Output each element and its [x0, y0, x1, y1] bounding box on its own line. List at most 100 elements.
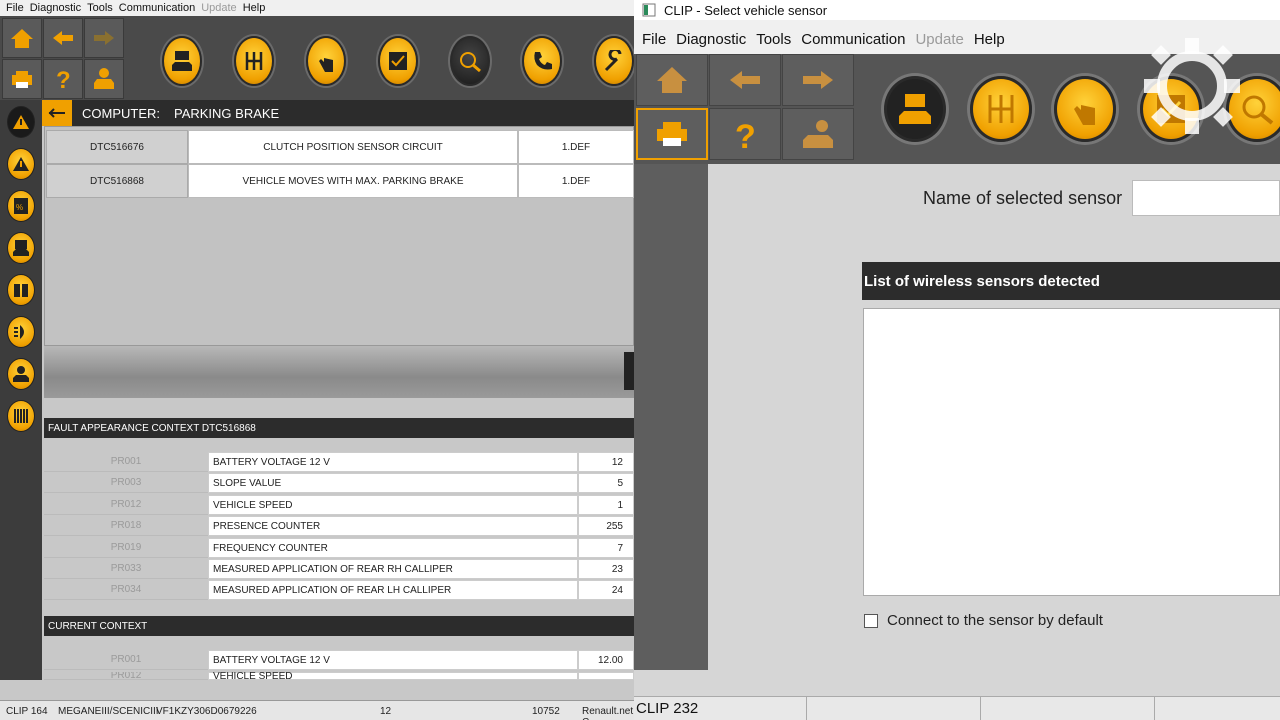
vehicle-info-button[interactable] — [782, 108, 854, 160]
collapse-button[interactable] — [42, 100, 72, 126]
window-title: CLIP - Select vehicle sensor — [664, 2, 828, 18]
param-code: PR019 — [44, 538, 208, 558]
menu-help[interactable]: Help — [243, 2, 266, 14]
menu-file[interactable]: File — [6, 2, 24, 14]
status-clip: CLIP 232 — [636, 700, 699, 717]
param-code: PR012 — [44, 495, 208, 515]
param-code: PR001 — [44, 452, 208, 472]
splitter-bar[interactable] — [44, 346, 634, 398]
menu-tools[interactable]: Tools — [756, 31, 791, 48]
dtc-row[interactable]: DTC516868 VEHICLE MOVES WITH MAX. PARKIN… — [46, 164, 634, 198]
vehicle-screen-icon — [172, 51, 192, 71]
sidebar-vehicle-data[interactable] — [7, 358, 35, 390]
book-icon — [14, 284, 28, 297]
table-row: PR012 VEHICLE SPEED — [44, 672, 634, 680]
sidebar-warning[interactable] — [7, 148, 35, 180]
menu-diagnostic[interactable]: Diagnostic — [676, 31, 746, 48]
window-title-bar: CLIP - Select vehicle sensor — [634, 0, 1280, 20]
scroll-handle[interactable] — [624, 352, 634, 390]
menu-communication[interactable]: Communication — [119, 2, 195, 14]
hand-pointer-icon — [1074, 93, 1095, 125]
menu-file[interactable]: File — [642, 31, 666, 48]
computer-header: COMPUTER: PARKING BRAKE — [42, 100, 634, 126]
status-network: Renault.net C — [582, 706, 634, 720]
checklist-icon — [389, 52, 407, 70]
touch-button[interactable] — [1054, 76, 1116, 142]
param-code: PR018 — [44, 516, 208, 536]
gear-icon — [1144, 38, 1240, 134]
gearbox-button[interactable] — [234, 36, 274, 86]
param-name: FREQUENCY COUNTER — [208, 538, 578, 558]
menu-diagnostic[interactable]: Diagnostic — [30, 2, 81, 14]
dtc-code: DTC516868 — [46, 164, 188, 198]
param-code: PR033 — [44, 559, 208, 579]
vehicle-data-icon — [13, 366, 29, 382]
param-code: PR034 — [44, 580, 208, 600]
back-button[interactable] — [709, 54, 781, 106]
param-value: 12 — [578, 452, 634, 472]
vehicle-diagnostic-button[interactable] — [884, 76, 946, 142]
print-button[interactable] — [2, 59, 42, 99]
help-button[interactable]: ? — [43, 59, 83, 99]
current-context-header: CURRENT CONTEXT — [44, 616, 634, 636]
back-button[interactable] — [43, 18, 83, 58]
default-connect-checkbox[interactable] — [864, 614, 878, 628]
home-button[interactable] — [2, 18, 42, 58]
help-button[interactable]: ? — [709, 108, 781, 160]
sensor-name-field[interactable] — [1132, 180, 1280, 216]
sidebar-percent[interactable]: % — [7, 190, 35, 222]
sidebar-barcode[interactable] — [7, 400, 35, 432]
computer-name: PARKING BRAKE — [174, 105, 280, 121]
report-button[interactable] — [378, 36, 418, 86]
dtc-status: 1.DEF — [518, 130, 634, 164]
vehicle-info-button[interactable] — [84, 59, 124, 99]
sensor-search-button[interactable] — [450, 36, 490, 86]
default-connect-label: Connect to the sensor by default — [887, 612, 1103, 629]
param-code: PR001 — [44, 650, 208, 670]
param-name: SLOPE VALUE — [208, 473, 578, 493]
vehicle-diagnostic-button[interactable] — [162, 36, 202, 86]
dtc-status: 1.DEF — [518, 164, 634, 198]
vehicle-document-icon — [13, 240, 29, 256]
sidebar-manual[interactable] — [7, 274, 35, 306]
param-value: 255 — [578, 516, 634, 536]
forward-button — [84, 18, 124, 58]
table-row: PR012 VEHICLE SPEED 1 — [44, 495, 634, 515]
right-status-bar: CLIP 232 — [634, 696, 1280, 720]
svg-text:?: ? — [735, 118, 756, 151]
fault-context-header: FAULT APPEARANCE CONTEXT DTC516868 — [44, 418, 634, 438]
svg-text:?: ? — [56, 67, 71, 91]
help-icon: ? — [56, 67, 71, 91]
print-button[interactable] — [636, 108, 708, 160]
param-value: 23 — [578, 559, 634, 579]
menu-help[interactable]: Help — [974, 31, 1005, 48]
vehicle-info-icon — [803, 120, 833, 148]
sidebar-lights[interactable] — [7, 316, 35, 348]
sidebar-fault-warning[interactable] — [7, 106, 35, 138]
status-divider — [806, 697, 807, 720]
printer-icon — [657, 122, 687, 146]
phone-button[interactable] — [522, 36, 562, 86]
left-toolbar: ? — [0, 16, 634, 100]
tools-button[interactable] — [594, 36, 634, 86]
param-code: PR003 — [44, 473, 208, 493]
menu-communication[interactable]: Communication — [801, 31, 905, 48]
touch-button[interactable] — [306, 36, 346, 86]
forward-button[interactable] — [782, 54, 854, 106]
gearbox-button[interactable] — [970, 76, 1032, 142]
tyre-sensor-icon — [1242, 95, 1274, 125]
sidebar-vehicle-doc[interactable] — [7, 232, 35, 264]
status-code: 10752 — [532, 706, 560, 717]
menu-tools[interactable]: Tools — [87, 2, 113, 14]
param-value: 12.00 — [578, 650, 634, 670]
right-left-panel — [634, 164, 708, 670]
dtc-row[interactable]: DTC516676 CLUTCH POSITION SENSOR CIRCUIT… — [46, 130, 634, 164]
sensor-list[interactable] — [863, 308, 1280, 596]
home-button[interactable] — [636, 54, 708, 106]
param-code: PR012 — [44, 672, 208, 680]
headlight-icon — [14, 325, 24, 339]
warning-icon — [13, 115, 29, 129]
param-value — [578, 672, 634, 680]
back-arrow-icon — [53, 31, 73, 45]
table-row: PR001 BATTERY VOLTAGE 12 V 12 — [44, 452, 634, 472]
